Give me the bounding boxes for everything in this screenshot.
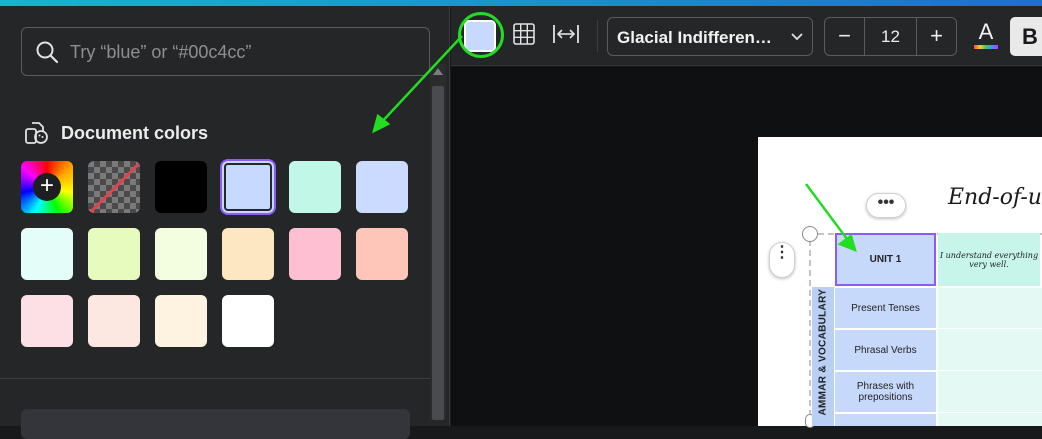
font-family-dropdown[interactable]: Glacial Indifferen… [607, 17, 813, 56]
font-size-stepper: − 12 + [824, 17, 957, 56]
color-swatch[interactable] [155, 295, 207, 347]
color-swatch[interactable] [222, 295, 274, 347]
color-search-box[interactable] [21, 27, 430, 76]
color-search-input[interactable] [70, 36, 410, 68]
table-row-cell[interactable] [835, 414, 936, 426]
scrollbar-thumb[interactable] [432, 86, 444, 420]
font-color-button[interactable]: A [973, 20, 999, 52]
font-size-value[interactable]: 12 [865, 18, 916, 55]
color-panel: Document colors + [0, 6, 450, 439]
highlight-circle-annotation [458, 12, 504, 58]
column-width-icon[interactable] [552, 22, 580, 46]
table-green-column[interactable] [938, 288, 1042, 426]
table-corner-handle[interactable] [802, 226, 818, 242]
chevron-down-icon [791, 33, 803, 41]
decrease-font-size-button[interactable]: − [825, 18, 865, 55]
color-swatch[interactable] [356, 228, 408, 280]
color-swatch[interactable] [155, 228, 207, 280]
color-swatch[interactable] [21, 228, 73, 280]
grid-line [938, 328, 1042, 329]
color-swatch[interactable] [88, 295, 140, 347]
table-side-label-text: AMMAR & VOCABULARY [817, 288, 829, 416]
color-swatch[interactable] [356, 161, 408, 213]
font-family-value: Glacial Indifferen… [617, 28, 772, 47]
table-row-cell[interactable]: Present Tenses [835, 288, 936, 328]
color-swatch[interactable] [289, 228, 341, 280]
editor-toolbar: Glacial Indifferen… − 12 + A B [451, 6, 1042, 66]
color-swatch[interactable] [21, 295, 73, 347]
table-cell-understand[interactable]: I understand everything very well. [938, 233, 1040, 286]
font-color-letter-icon: A [978, 19, 994, 44]
font-color-bar [974, 45, 998, 49]
document-colors-header: Document colors [23, 118, 208, 148]
table-options-button[interactable]: ⋮ [769, 242, 795, 278]
table-row-cell[interactable]: Phrasal Verbs [835, 330, 936, 370]
table-grid-icon[interactable] [512, 22, 536, 46]
table-cell-unit[interactable]: UNIT 1 [835, 233, 936, 286]
grid-line [938, 370, 1042, 371]
document-title-text[interactable]: End-of-un [948, 185, 1042, 210]
increase-font-size-button[interactable]: + [916, 18, 956, 55]
color-swatch[interactable] [289, 161, 341, 213]
table-row-cell[interactable]: Phrases with prepositions [835, 372, 936, 412]
scroll-up-arrow-icon[interactable] [433, 68, 443, 75]
color-swatch[interactable] [88, 228, 140, 280]
plus-icon: + [33, 173, 61, 201]
panel-divider [0, 378, 430, 379]
document-colors-label: Document colors [61, 122, 209, 143]
more-options-button[interactable]: ••• [866, 193, 906, 218]
transparent-swatch[interactable] [88, 161, 140, 213]
panel-scrollbar[interactable] [430, 64, 446, 420]
table-left-border [809, 240, 811, 426]
palette-doc-icon [25, 122, 48, 144]
next-section-block[interactable] [21, 409, 410, 439]
color-swatch[interactable] [155, 161, 207, 213]
bold-button[interactable]: B [1010, 17, 1042, 56]
add-color-swatch[interactable]: + [21, 161, 73, 213]
search-icon [36, 41, 59, 64]
color-swatch[interactable] [222, 161, 274, 213]
table-side-label[interactable]: AMMAR & VOCABULARY [812, 287, 834, 426]
grid-line [938, 412, 1042, 413]
color-swatch[interactable] [222, 228, 274, 280]
toolbar-separator [597, 20, 598, 52]
